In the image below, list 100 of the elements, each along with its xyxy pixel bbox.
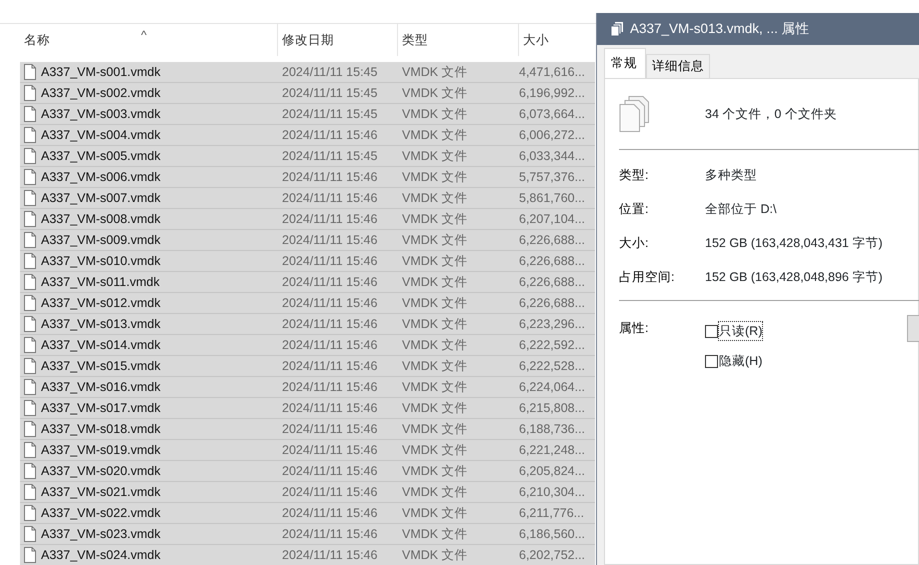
type-cell-text: VMDK 文件 — [401, 526, 469, 543]
property-value: 152 GB (163,428,048,896 字节) — [705, 268, 883, 286]
file-row[interactable]: A337_VM-s002.vmdk 2024/11/11 15:45 VMDK 文件 6,196,992... — [20, 83, 595, 104]
checkbox[interactable] — [705, 324, 718, 338]
sort-indicator: ^ — [141, 27, 147, 44]
size-cell-text: 6,223,296... — [519, 316, 586, 333]
size-cell-text: 6,196,992... — [519, 84, 586, 102]
date-cell-text: 2024/11/11 15:46 — [281, 168, 378, 186]
type-cell-text: VMDK 文件 — [401, 316, 469, 333]
checkbox-label[interactable]: 只读(R) — [719, 322, 762, 340]
file-name: A337_VM-s011.vmdk — [41, 274, 160, 291]
type-cell-text: VMDK 文件 — [401, 148, 469, 165]
checkbox-label[interactable]: 隐藏(H) — [719, 352, 762, 370]
file-name: A337_VM-s004.vmdk — [41, 126, 161, 144]
size-cell-text: 6,226,688... — [519, 232, 586, 249]
type-cell-text: VMDK 文件 — [401, 64, 469, 81]
size-cell-text: 6,226,688... — [519, 274, 586, 291]
file-name: A337_VM-s002.vmdk — [41, 84, 161, 102]
date-cell-text: 2024/11/11 15:45 — [281, 64, 378, 81]
file-name: A337_VM-s023.vmdk — [41, 526, 161, 543]
file-row[interactable]: A337_VM-s018.vmdk 2024/11/11 15:46 VMDK 文件 6,188,736... — [20, 419, 595, 440]
property-value: 152 GB (163,428,043,431 字节) — [705, 234, 883, 252]
file-icon — [24, 337, 36, 353]
property-label: 位置: — [619, 200, 650, 218]
date-cell-text: 2024/11/11 15:46 — [281, 358, 378, 375]
file-row[interactable]: A337_VM-s010.vmdk 2024/11/11 15:46 VMDK 文件 6,226,688... — [20, 251, 595, 272]
file-row[interactable]: A337_VM-s012.vmdk 2024/11/11 15:46 VMDK 文件 6,226,688... — [20, 293, 595, 314]
file-icon — [24, 295, 36, 311]
size-cell-text: 6,073,664... — [519, 106, 586, 123]
property-label: 属性: — [619, 320, 650, 337]
column-header[interactable]: 修改日期 — [278, 24, 398, 56]
size-cell-text: 6,221,248... — [519, 442, 586, 459]
file-row[interactable]: A337_VM-s011.vmdk 2024/11/11 15:46 VMDK 文件 6,226,688... — [20, 272, 595, 293]
file-icon — [24, 127, 36, 143]
file-name: A337_VM-s024.vmdk — [41, 546, 161, 564]
file-icon — [24, 547, 36, 563]
size-cell-text: 6,207,104... — [519, 210, 586, 228]
file-row[interactable]: A337_VM-s008.vmdk 2024/11/11 15:46 VMDK 文件 6,207,104... — [20, 209, 595, 230]
type-cell-text: VMDK 文件 — [401, 84, 469, 102]
property-value: 多种类型 — [705, 166, 757, 184]
checkbox[interactable] — [705, 354, 718, 368]
file-row[interactable]: A337_VM-s005.vmdk 2024/11/11 15:45 VMDK 文件 6,033,344... — [20, 146, 595, 167]
file-name: A337_VM-s007.vmdk — [41, 190, 161, 207]
file-icon — [24, 274, 36, 290]
file-row[interactable]: A337_VM-s020.vmdk 2024/11/11 15:46 VMDK 文件 6,205,824... — [20, 461, 595, 482]
file-row[interactable]: A337_VM-s009.vmdk 2024/11/11 15:46 VMDK 文件 6,226,688... — [20, 230, 595, 251]
file-name: A337_VM-s005.vmdk — [41, 148, 161, 165]
date-cell-text: 2024/11/11 15:46 — [281, 190, 378, 207]
file-row[interactable]: A337_VM-s006.vmdk 2024/11/11 15:46 VMDK 文件 5,757,376... — [20, 167, 595, 188]
file-row[interactable]: A337_VM-s017.vmdk 2024/11/11 15:46 VMDK 文件 6,215,808... — [20, 398, 595, 419]
file-row[interactable]: A337_VM-s007.vmdk 2024/11/11 15:46 VMDK 文件 5,861,760... — [20, 188, 595, 209]
type-cell-text: VMDK 文件 — [401, 462, 469, 480]
column-header[interactable]: 大小 — [519, 24, 595, 56]
file-row[interactable]: A337_VM-s004.vmdk 2024/11/11 15:46 VMDK 文件 6,006,272... — [20, 125, 595, 146]
file-row[interactable]: A337_VM-s024.vmdk 2024/11/11 15:46 VMDK 文件 6,202,752... — [20, 545, 595, 565]
size-cell-text: 6,224,064... — [519, 378, 586, 396]
type-cell-text: VMDK 文件 — [401, 358, 469, 375]
file-icon — [24, 484, 36, 500]
size-cell-text: 6,222,592... — [519, 336, 586, 354]
file-icon — [24, 442, 36, 458]
type-cell-text: VMDK 文件 — [401, 504, 469, 522]
file-row[interactable]: A337_VM-s015.vmdk 2024/11/11 15:46 VMDK 文件 6,222,528... — [20, 356, 595, 377]
property-value: 全部位于 D:\ — [705, 200, 776, 218]
file-icon — [24, 190, 36, 206]
type-cell-text: VMDK 文件 — [401, 378, 469, 396]
date-cell-text: 2024/11/11 15:46 — [281, 420, 378, 438]
file-name: A337_VM-s019.vmdk — [41, 442, 161, 459]
file-icon — [24, 64, 36, 80]
file-row[interactable]: A337_VM-s003.vmdk 2024/11/11 15:45 VMDK 文件 6,073,664... — [20, 104, 595, 125]
file-row[interactable]: A337_VM-s019.vmdk 2024/11/11 15:46 VMDK 文件 6,221,248... — [20, 440, 595, 461]
date-cell-text: 2024/11/11 15:46 — [281, 546, 378, 564]
type-cell-text: VMDK 文件 — [401, 294, 469, 312]
file-row[interactable]: A337_VM-s001.vmdk 2024/11/11 15:45 VMDK 文件 4,471,616... — [20, 62, 595, 83]
date-cell-text: 2024/11/11 15:46 — [281, 442, 378, 459]
file-name: A337_VM-s013.vmdk — [41, 316, 161, 333]
type-cell-text: VMDK 文件 — [401, 126, 469, 144]
property-label: 大小: — [619, 234, 650, 252]
summary-text: 34 个文件，0 个文件夹 — [705, 106, 837, 123]
file-name: A337_VM-s012.vmdk — [41, 294, 161, 312]
file-row[interactable]: A337_VM-s014.vmdk 2024/11/11 15:46 VMDK 文件 6,222,592... — [20, 335, 595, 356]
file-icon — [24, 316, 36, 332]
date-cell-text: 2024/11/11 15:46 — [281, 462, 378, 480]
file-row[interactable]: A337_VM-s021.vmdk 2024/11/11 15:46 VMDK 文件 6,210,304... — [20, 482, 595, 503]
file-row[interactable]: A337_VM-s023.vmdk 2024/11/11 15:46 VMDK 文件 6,186,560... — [20, 524, 595, 545]
file-name: A337_VM-s020.vmdk — [41, 462, 161, 480]
file-row[interactable]: A337_VM-s016.vmdk 2024/11/11 15:46 VMDK 文件 6,224,064... — [20, 377, 595, 398]
file-name: A337_VM-s009.vmdk — [41, 232, 161, 249]
column-header[interactable]: 类型 — [398, 24, 519, 56]
size-cell-text: 6,186,560... — [519, 526, 586, 543]
date-cell-text: 2024/11/11 15:46 — [281, 400, 378, 417]
file-icon — [24, 463, 36, 479]
tab[interactable]: 详细信息 — [646, 54, 710, 78]
size-cell-text: 6,211,776... — [519, 504, 584, 522]
tab[interactable]: 常规 — [604, 48, 646, 78]
type-cell-text: VMDK 文件 — [401, 190, 469, 207]
file-icon — [24, 400, 36, 416]
type-cell-text: VMDK 文件 — [401, 484, 469, 501]
file-row[interactable]: A337_VM-s013.vmdk 2024/11/11 15:46 VMDK 文件 6,223,296... — [20, 314, 595, 335]
file-row[interactable]: A337_VM-s022.vmdk 2024/11/11 15:46 VMDK 文件 6,211,776... — [20, 503, 595, 524]
file-name: A337_VM-s021.vmdk — [41, 484, 161, 501]
